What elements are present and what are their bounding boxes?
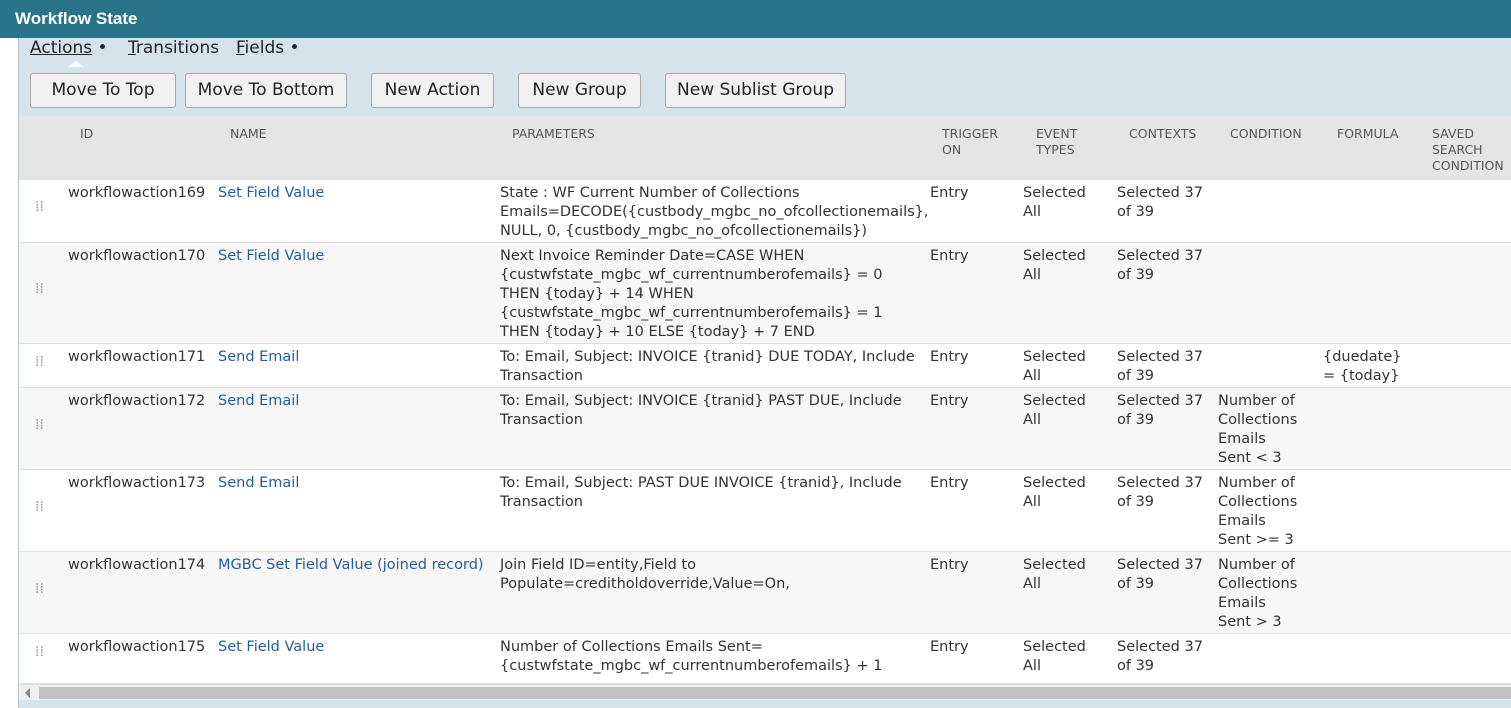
new-action-button[interactable]: New Action xyxy=(371,73,494,108)
column-header-id[interactable]: ID xyxy=(80,126,93,142)
row-contexts: Selected 37 of 39 xyxy=(1117,475,1203,510)
row-event-types: Selected All xyxy=(1023,248,1086,283)
tab-fields-label: ields xyxy=(244,38,285,58)
tab-actions[interactable]: Actions • xyxy=(30,38,108,58)
row-trigger-on: Entry xyxy=(930,557,969,573)
row-id: workflowaction175 xyxy=(68,639,206,655)
column-header-condition[interactable]: CONDITION xyxy=(1230,126,1302,142)
row-event-types: Selected All xyxy=(1023,349,1086,384)
row-trigger-on: Entry xyxy=(930,185,969,201)
drag-handle-icon[interactable]: ⁞⁞ xyxy=(35,418,45,432)
workflow-state-panel: Actions • Transitions Fields • Move To T… xyxy=(18,38,1511,708)
row-parameters: Join Field ID=entity,Field to Populate=c… xyxy=(500,557,790,592)
table-row[interactable]: ⁞⁞ workflowaction171 Send Email To: Emai… xyxy=(19,344,1511,388)
row-trigger-on: Entry xyxy=(930,639,969,655)
row-parameters: To: Email, Subject: PAST DUE INVOICE {tr… xyxy=(500,475,902,510)
column-header-name[interactable]: NAME xyxy=(230,126,267,142)
drag-handle-icon[interactable]: ⁞⁞ xyxy=(35,282,45,296)
row-contexts: Selected 37 of 39 xyxy=(1117,393,1203,428)
actions-grid: ID NAME PARAMETERS TRIGGER ON EVENT TYPE… xyxy=(19,116,1511,684)
column-header-contexts[interactable]: CONTEXTS xyxy=(1129,126,1196,142)
row-event-types: Selected All xyxy=(1023,639,1086,674)
window-title: Workflow State xyxy=(15,9,138,28)
row-contexts: Selected 37 of 39 xyxy=(1117,248,1203,283)
drag-handle-icon[interactable]: ⁞⁞ xyxy=(35,500,45,514)
row-trigger-on: Entry xyxy=(930,248,969,264)
column-header-parameters[interactable]: PARAMETERS xyxy=(512,126,595,142)
row-event-types: Selected All xyxy=(1023,393,1086,428)
active-tab-indicator xyxy=(68,61,84,67)
horizontal-scrollbar[interactable] xyxy=(19,684,1511,700)
row-contexts: Selected 37 of 39 xyxy=(1117,185,1203,220)
row-trigger-on: Entry xyxy=(930,393,969,409)
new-sublist-group-button[interactable]: New Sublist Group xyxy=(665,73,846,108)
tab-actions-label: ctions xyxy=(41,38,93,58)
column-header-formula[interactable]: FORMULA xyxy=(1337,126,1398,142)
row-contexts: Selected 37 of 39 xyxy=(1117,349,1203,384)
table-row[interactable]: ⁞⁞ workflowaction173 Send Email To: Emai… xyxy=(19,470,1511,552)
row-parameters: State : WF Current Number of Collections… xyxy=(500,185,929,239)
tab-fields-dot: • xyxy=(289,38,300,58)
row-trigger-on: Entry xyxy=(930,349,969,365)
column-header-trigger-on[interactable]: TRIGGER ON xyxy=(942,126,1012,158)
tab-actions-accesskey: A xyxy=(30,38,42,58)
row-event-types: Selected All xyxy=(1023,475,1086,510)
row-formula: {duedate} = {today} xyxy=(1323,349,1402,384)
row-name-link[interactable]: Set Field Value xyxy=(218,184,324,203)
row-name-link[interactable]: Set Field Value xyxy=(218,638,324,657)
tab-actions-dot: • xyxy=(97,38,108,58)
table-row[interactable]: ⁞⁞ workflowaction175 Set Field Value Num… xyxy=(19,634,1511,684)
row-id: workflowaction170 xyxy=(68,248,206,264)
row-condition: Number of Collections Emails Sent > 3 xyxy=(1218,557,1298,630)
row-trigger-on: Entry xyxy=(930,475,969,491)
drag-handle-icon[interactable]: ⁞⁞ xyxy=(35,200,45,214)
row-id: workflowaction172 xyxy=(68,393,206,409)
row-name-link[interactable]: Send Email xyxy=(218,392,299,411)
move-to-top-button[interactable]: Move To Top xyxy=(30,73,176,108)
new-group-button[interactable]: New Group xyxy=(518,73,641,108)
column-header-saved-search-condition[interactable]: SAVED SEARCH CONDITION xyxy=(1432,126,1511,174)
grid-header: ID NAME PARAMETERS TRIGGER ON EVENT TYPE… xyxy=(19,116,1511,180)
row-name-link[interactable]: Set Field Value xyxy=(218,247,324,266)
move-to-bottom-button[interactable]: Move To Bottom xyxy=(185,73,347,108)
title-bar: Workflow State xyxy=(0,0,1511,38)
row-parameters: To: Email, Subject: INVOICE {tranid} DUE… xyxy=(500,349,915,384)
row-id: workflowaction169 xyxy=(68,185,206,201)
chevron-left-icon[interactable] xyxy=(25,688,30,698)
row-parameters: Number of Collections Emails Sent= {cust… xyxy=(500,639,883,674)
row-parameters: Next Invoice Reminder Date=CASE WHEN {cu… xyxy=(500,248,883,340)
table-row[interactable]: ⁞⁞ workflowaction172 Send Email To: Emai… xyxy=(19,388,1511,470)
row-parameters: To: Email, Subject: INVOICE {tranid} PAS… xyxy=(500,393,902,428)
column-header-event-types[interactable]: EVENT TYPES xyxy=(1036,126,1096,158)
tab-transitions-accesskey: T xyxy=(128,38,136,58)
row-condition: Number of Collections Emails Sent >= 3 xyxy=(1218,475,1298,548)
drag-handle-icon[interactable]: ⁞⁞ xyxy=(35,645,45,659)
tab-transitions-label: ransitions xyxy=(135,38,220,58)
table-row[interactable]: ⁞⁞ workflowaction174 MGBC Set Field Valu… xyxy=(19,552,1511,634)
row-event-types: Selected All xyxy=(1023,185,1086,220)
row-contexts: Selected 37 of 39 xyxy=(1117,639,1203,674)
table-row[interactable]: ⁞⁞ workflowaction170 Set Field Value Nex… xyxy=(19,243,1511,344)
row-id: workflowaction171 xyxy=(68,349,206,365)
row-id: workflowaction173 xyxy=(68,475,206,491)
table-row[interactable]: ⁞⁞ workflowaction169 Set Field Value Sta… xyxy=(19,180,1511,243)
scrollbar-thumb[interactable] xyxy=(39,687,1511,699)
row-name-link[interactable]: Send Email xyxy=(218,474,299,493)
tab-fields-accesskey: F xyxy=(236,38,245,58)
row-contexts: Selected 37 of 39 xyxy=(1117,557,1203,592)
row-name-link[interactable]: Send Email xyxy=(218,348,299,367)
tab-transitions[interactable]: Transitions xyxy=(128,38,219,58)
row-name-link[interactable]: MGBC Set Field Value (joined record) xyxy=(218,556,484,575)
row-id: workflowaction174 xyxy=(68,557,206,573)
tab-fields[interactable]: Fields • xyxy=(236,38,300,58)
drag-handle-icon[interactable]: ⁞⁞ xyxy=(35,582,45,596)
drag-handle-icon[interactable]: ⁞⁞ xyxy=(35,355,45,369)
row-condition: Number of Collections Emails Sent < 3 xyxy=(1218,393,1298,466)
row-event-types: Selected All xyxy=(1023,557,1086,592)
